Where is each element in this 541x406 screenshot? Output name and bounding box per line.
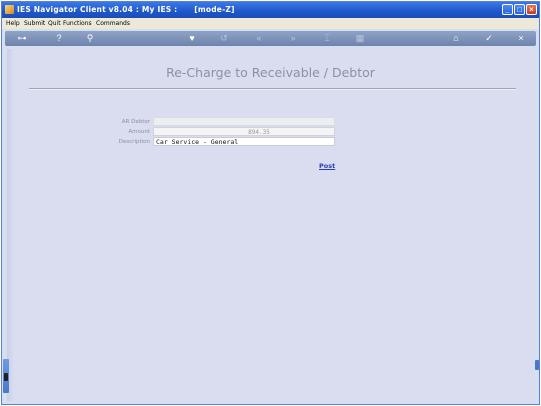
menu-quit[interactable]: Quit <box>48 18 61 29</box>
close-button[interactable]: × <box>526 4 537 15</box>
key-icon[interactable]: ⊶ <box>13 33 31 44</box>
right-panel-tab[interactable] <box>535 360 539 370</box>
menu-functions[interactable]: Functions <box>63 18 92 29</box>
ar-debtor-field[interactable] <box>153 117 335 126</box>
toolbar: ⊶ ? ⚲ ♥ ↺ « » ⌶ ▦ ⌂ ✓ × <box>5 31 536 46</box>
ar-debtor-label: AR Debtor <box>121 119 150 125</box>
help-icon[interactable]: ? <box>53 33 65 44</box>
amount-label: Amount <box>128 129 150 135</box>
side-panel-tab[interactable] <box>3 359 9 393</box>
forward-icon[interactable]: » <box>287 33 299 44</box>
amount-field[interactable]: 894.35 <box>153 127 335 136</box>
maximize-button[interactable]: □ <box>514 4 525 15</box>
form-panel: Re-Charge to Receivable / Debtor AR Debt… <box>7 49 534 401</box>
heading-divider <box>29 88 516 90</box>
check-icon[interactable]: ✓ <box>483 33 495 44</box>
back-icon[interactable]: « <box>253 33 265 44</box>
grid-icon[interactable]: ▦ <box>354 33 366 44</box>
heart-icon[interactable]: ♥ <box>186 33 198 44</box>
page-title: Re-Charge to Receivable / Debtor <box>166 65 375 80</box>
minimize-button[interactable]: _ <box>502 4 513 15</box>
app-icon <box>5 5 14 14</box>
title-bar[interactable]: IES Navigator Client v8.04 : My IES : [m… <box>2 2 539 18</box>
app-window: IES Navigator Client v8.04 : My IES : [m… <box>1 1 540 405</box>
menu-commands[interactable]: Commands <box>96 18 130 29</box>
menu-help[interactable]: Help <box>6 18 20 29</box>
search-icon[interactable]: ⚲ <box>84 33 96 44</box>
menu-bar: Help Submit Quit Functions Commands <box>2 18 539 29</box>
description-label: Description <box>118 139 150 145</box>
side-gutter <box>7 49 14 401</box>
tag-icon[interactable]: ⌶ <box>321 33 333 44</box>
refresh-icon[interactable]: ↺ <box>218 33 230 44</box>
post-link[interactable]: Post <box>319 162 335 170</box>
side-panel-icon <box>4 373 8 381</box>
window-title: IES Navigator Client v8.04 : My IES : [m… <box>17 5 235 14</box>
description-field[interactable]: Car Service - General <box>153 137 335 146</box>
toolbar-close-icon[interactable]: × <box>515 33 527 44</box>
home-icon[interactable]: ⌂ <box>450 33 462 44</box>
menu-submit[interactable]: Submit <box>24 18 45 29</box>
